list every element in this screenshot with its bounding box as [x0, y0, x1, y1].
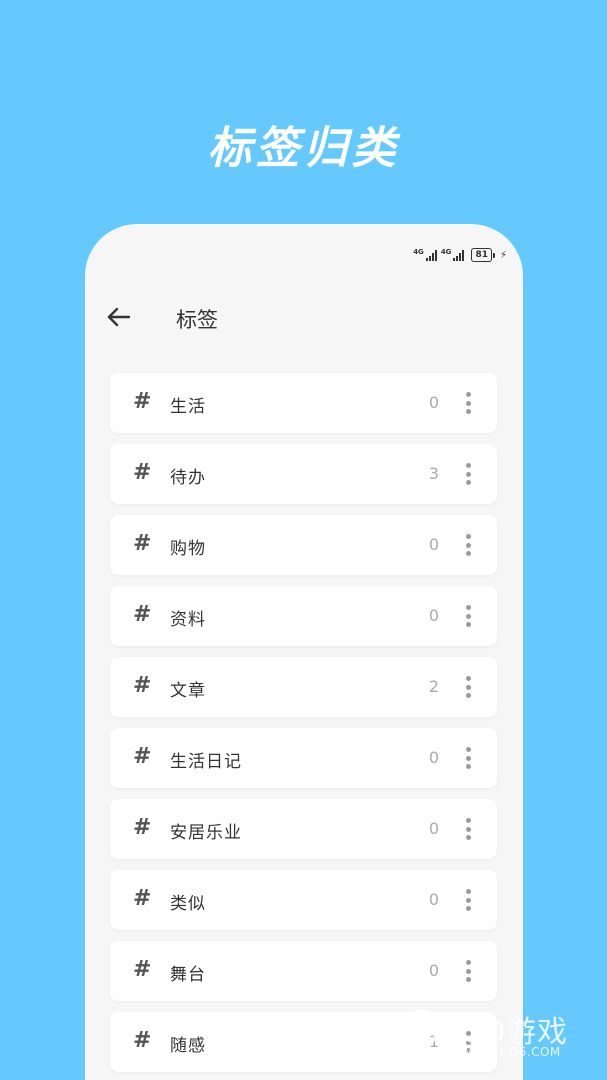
- more-vertical-icon[interactable]: [465, 463, 471, 485]
- more-vertical-icon[interactable]: [465, 747, 471, 769]
- tag-row[interactable]: # 类似 0: [110, 870, 497, 930]
- tag-count: 0: [428, 748, 439, 767]
- tag-name: 安居乐业: [170, 823, 242, 843]
- tag-row[interactable]: # 资料 0: [110, 586, 497, 646]
- tag-row[interactable]: # 生活 0: [110, 373, 497, 433]
- tag-count: 0: [428, 606, 439, 625]
- tag-name: 文章: [170, 681, 206, 701]
- promo-title: 标签归类: [207, 123, 400, 174]
- tag-count: 0: [428, 535, 439, 554]
- tag-name: 生活: [170, 397, 206, 417]
- tag-name: 资料: [170, 610, 206, 630]
- network-type-label: 4G: [440, 248, 452, 256]
- hash-icon: #: [133, 389, 152, 414]
- tag-count: 0: [428, 393, 439, 412]
- tag-count: 0: [428, 961, 439, 980]
- watermark-logo-icon: [401, 1009, 440, 1051]
- battery-level: 81: [471, 248, 492, 262]
- watermark-url: WWW.CD6.COM: [460, 1045, 561, 1059]
- more-vertical-icon[interactable]: [465, 534, 471, 556]
- hash-icon: #: [133, 1028, 152, 1053]
- hash-icon: #: [133, 673, 152, 698]
- hash-icon: #: [133, 815, 152, 840]
- more-vertical-icon[interactable]: [465, 605, 471, 627]
- tag-row[interactable]: # 安居乐业 0: [110, 799, 497, 859]
- page-title: 标签: [176, 308, 218, 332]
- tag-count: 0: [428, 819, 439, 838]
- tag-name: 舞台: [170, 965, 206, 985]
- hash-icon: #: [133, 531, 152, 556]
- tag-name: 类似: [170, 894, 206, 914]
- tag-name: 待办: [170, 468, 206, 488]
- phone-screen: 4G 4G 81 ⚡ 标签 # 生活 0 # 待办 3 # 购物 0 # 资料 …: [85, 224, 523, 1080]
- tag-name: 购物: [170, 539, 206, 559]
- tag-row[interactable]: # 生活日记 0: [110, 728, 497, 788]
- status-bar: 4G 4G 81 ⚡: [413, 248, 507, 262]
- more-vertical-icon[interactable]: [465, 676, 471, 698]
- network-type-label: 4G: [413, 248, 424, 256]
- signal-icon: 4G: [441, 249, 465, 261]
- signal-icon: 4G: [413, 249, 437, 261]
- tag-count: 0: [428, 890, 439, 909]
- hash-icon: #: [133, 602, 152, 627]
- tag-name: 随感: [170, 1036, 206, 1056]
- tag-row[interactable]: # 购物 0: [110, 515, 497, 575]
- watermark: CD游戏 WWW.CD6.COM: [398, 1003, 598, 1065]
- hash-icon: #: [133, 957, 152, 982]
- hash-icon: #: [133, 886, 152, 911]
- charging-icon: ⚡: [499, 249, 507, 261]
- more-vertical-icon[interactable]: [465, 818, 471, 840]
- hash-icon: #: [133, 460, 152, 485]
- more-vertical-icon[interactable]: [465, 392, 471, 414]
- tag-row[interactable]: # 待办 3: [110, 444, 497, 504]
- app-header: 标签: [85, 300, 523, 336]
- tag-row[interactable]: # 文章 2: [110, 657, 497, 717]
- tag-row[interactable]: # 舞台 0: [110, 941, 497, 1001]
- more-vertical-icon[interactable]: [465, 889, 471, 911]
- arrow-left-icon[interactable]: [105, 302, 135, 332]
- hash-icon: #: [133, 744, 152, 769]
- tag-list: # 生活 0 # 待办 3 # 购物 0 # 资料 0 # 文章 2 # 生活日…: [110, 373, 497, 1080]
- more-vertical-icon[interactable]: [465, 960, 471, 982]
- tag-count: 2: [428, 677, 439, 696]
- battery-icon: 81: [471, 248, 495, 262]
- tag-name: 生活日记: [170, 752, 242, 772]
- tag-count: 3: [428, 464, 439, 483]
